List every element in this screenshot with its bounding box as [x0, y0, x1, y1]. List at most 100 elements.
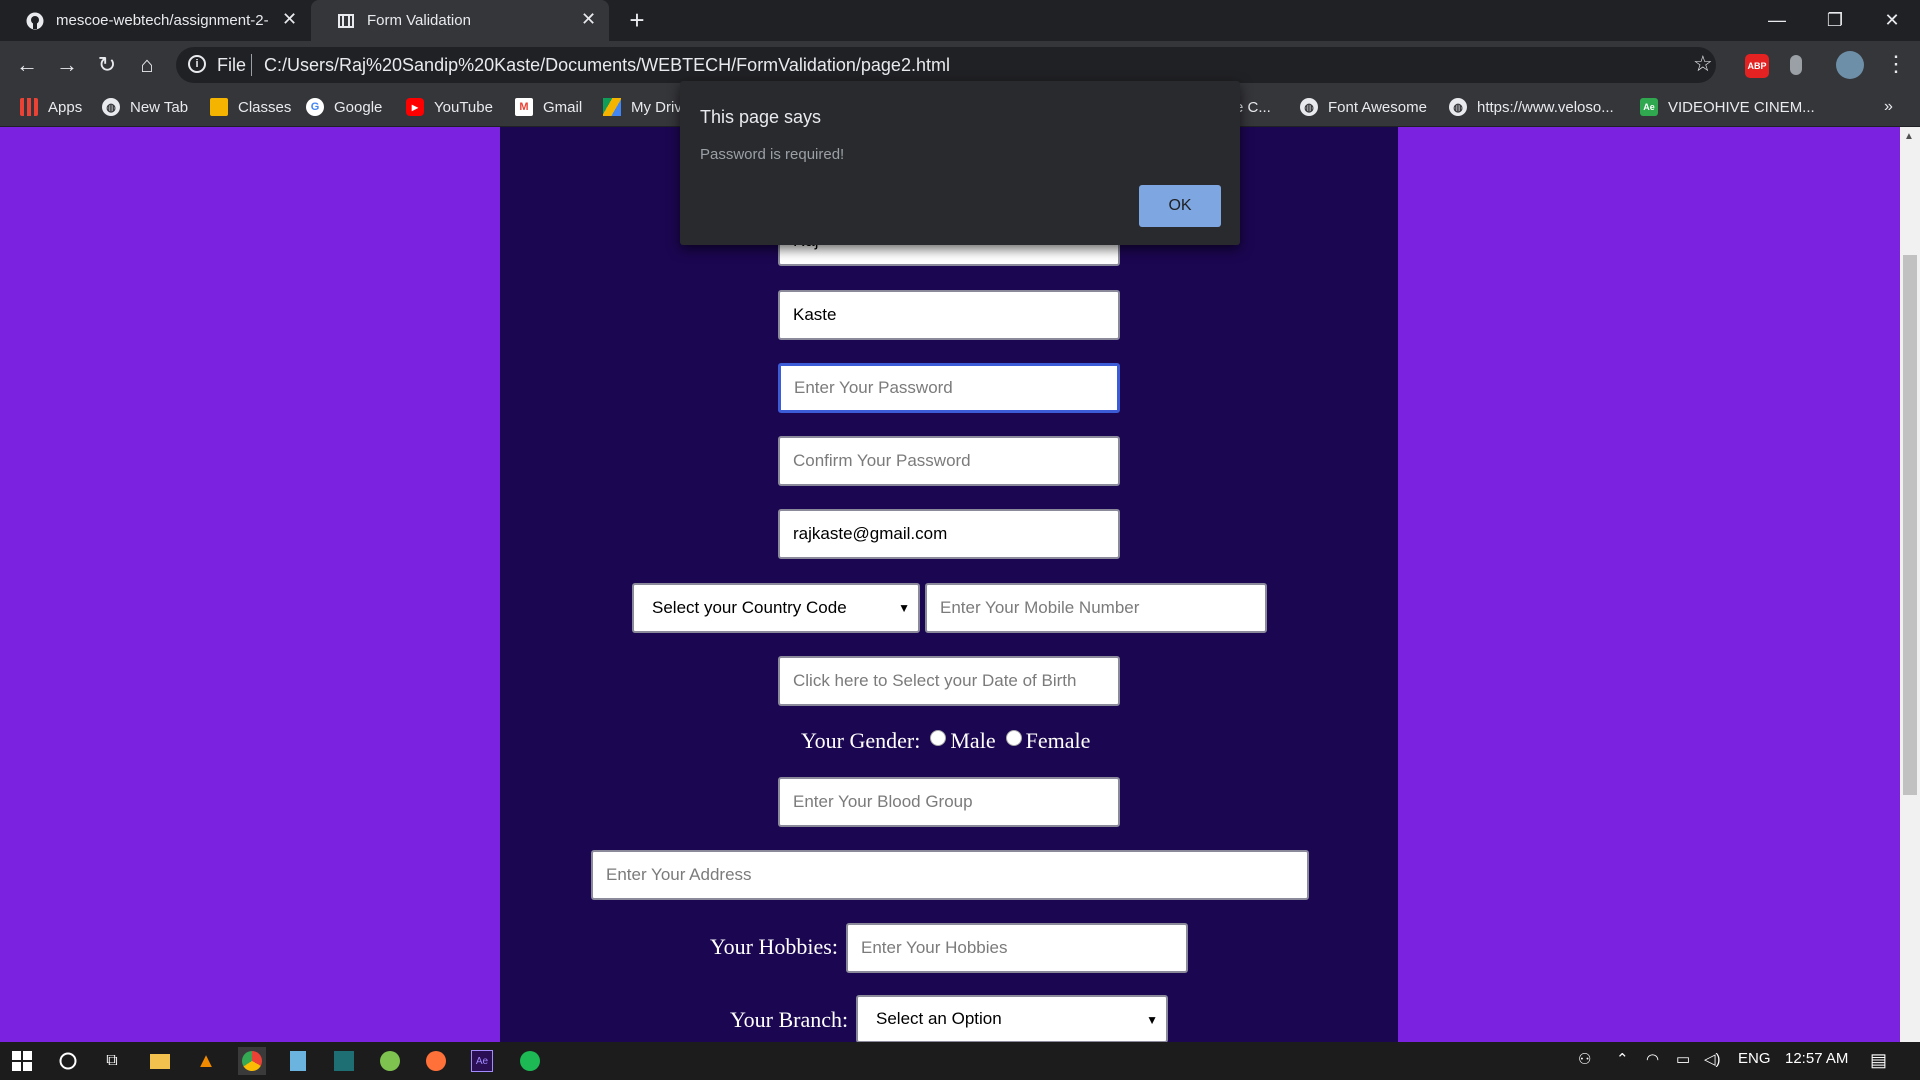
youtube-icon: ▶	[406, 98, 424, 116]
globe-icon: ◍	[1449, 98, 1467, 116]
avatar[interactable]	[1836, 51, 1864, 79]
globe-icon: ◍	[1300, 98, 1318, 116]
menu-dots-icon[interactable]: ⋮	[1885, 51, 1907, 77]
bookmark-label: VIDEOHIVE CINEM...	[1668, 98, 1815, 116]
after-effects-icon: Ae	[1640, 98, 1658, 116]
bookmark-truncated[interactable]: e C...	[1235, 95, 1271, 119]
gender-group: Your Gender: Male Female	[801, 728, 1090, 754]
language-indicator[interactable]: ENG	[1738, 1050, 1771, 1067]
divider	[251, 54, 252, 76]
date-of-birth-field[interactable]	[778, 656, 1120, 706]
bookmark-youtube[interactable]: ▶ YouTube	[406, 95, 493, 119]
notepad-icon[interactable]	[284, 1047, 312, 1075]
chrome-icon[interactable]	[238, 1047, 266, 1075]
battery-icon[interactable]: ▭	[1676, 1050, 1690, 1068]
bookmark-new-tab[interactable]: ◍ New Tab	[102, 95, 188, 119]
gender-radio-female[interactable]	[1005, 730, 1022, 746]
address-bar[interactable]: i File C:/Users/Raj%20Sandip%20Kaste/Doc…	[176, 47, 1716, 83]
last-name-field[interactable]	[778, 290, 1120, 340]
bookmark-label: Apps	[48, 98, 83, 116]
close-window-icon[interactable]: ✕	[1862, 0, 1920, 41]
bookmark-label: My Driv	[631, 98, 682, 116]
notifications-icon[interactable]: ▤	[1870, 1050, 1887, 1071]
blood-group-field[interactable]	[778, 777, 1120, 827]
scrollbar-thumb[interactable]	[1903, 255, 1917, 795]
address-field[interactable]	[591, 850, 1309, 900]
spotify-icon[interactable]	[516, 1047, 544, 1075]
home-icon[interactable]: ⌂	[132, 50, 162, 80]
bookmark-label: e C...	[1235, 98, 1271, 116]
ok-button[interactable]: OK	[1139, 185, 1221, 227]
gender-radio-male[interactable]	[930, 730, 947, 746]
firefox-icon[interactable]	[422, 1047, 450, 1075]
bookmark-google[interactable]: G Google	[306, 95, 382, 119]
drive-icon	[603, 98, 621, 116]
forward-arrow-icon[interactable]: →	[52, 50, 82, 80]
password-field[interactable]	[778, 363, 1120, 413]
restore-icon[interactable]: ❐	[1805, 0, 1865, 41]
bookmark-label: Font Awesome	[1328, 98, 1427, 116]
select-value: Select your Country Code	[652, 598, 847, 617]
task-view-icon[interactable]: ⧉	[98, 1047, 126, 1075]
bookmark-label: https://www.veloso...	[1477, 98, 1614, 116]
android-studio-icon[interactable]	[376, 1047, 404, 1075]
minimize-icon[interactable]: —	[1747, 0, 1807, 41]
scroll-up-icon[interactable]: ▲	[1904, 131, 1914, 142]
bookmark-videohive[interactable]: Ae VIDEOHIVE CINEM...	[1640, 95, 1815, 119]
bookmark-label: Google	[334, 98, 383, 116]
chevron-up-icon[interactable]: ⌃	[1616, 1050, 1629, 1068]
alert-dialog: This page says Password is required! OK	[680, 81, 1240, 245]
after-effects-icon[interactable]: Ae	[468, 1047, 496, 1075]
bookmark-font-awesome[interactable]: ◍ Font Awesome	[1300, 95, 1427, 119]
hobbies-label: Your Hobbies:	[710, 934, 838, 959]
google-icon: G	[306, 98, 324, 116]
bookmark-label: YouTube	[434, 98, 493, 116]
bookmark-classes[interactable]: Classes	[210, 95, 291, 119]
vlc-icon[interactable]: ▲	[192, 1047, 220, 1075]
bookmark-label: New Tab	[130, 98, 189, 116]
tab-title: Form Validation	[367, 12, 471, 29]
gender-option-label: Male	[950, 728, 996, 753]
clock[interactable]: 12:57 AM	[1785, 1050, 1848, 1067]
branch-select[interactable]: Select an Option ▼	[856, 995, 1168, 1043]
extension-icon[interactable]	[1790, 55, 1802, 75]
info-icon[interactable]: i	[188, 55, 206, 73]
bookmarks-overflow-button[interactable]: »	[1884, 95, 1893, 119]
page-icon	[337, 12, 355, 30]
reload-icon[interactable]: ↻	[92, 50, 122, 80]
chevron-down-icon: ▼	[1146, 1013, 1158, 1027]
url-text[interactable]: C:/Users/Raj%20Sandip%20Kaste/Documents/…	[264, 55, 950, 76]
apps-grid-icon	[20, 98, 38, 116]
classroom-icon	[210, 98, 228, 116]
file-explorer-icon[interactable]	[146, 1047, 174, 1075]
country-code-select[interactable]: Select your Country Code ▼	[632, 583, 920, 633]
email-field[interactable]	[778, 509, 1120, 559]
tab-title: mescoe-webtech/assignment-2-	[56, 12, 269, 29]
bookmark-apps[interactable]: Apps	[20, 95, 82, 119]
bookmark-star-icon[interactable]: ☆	[1693, 51, 1713, 77]
gender-option-label: Female	[1025, 728, 1091, 753]
chevron-down-icon: ▼	[898, 601, 910, 615]
people-icon[interactable]: ⚇	[1578, 1050, 1591, 1068]
adblock-icon[interactable]: ABP	[1745, 54, 1769, 78]
terminal-app-icon[interactable]	[330, 1047, 358, 1075]
bookmark-gmail[interactable]: M Gmail	[515, 95, 582, 119]
back-arrow-icon[interactable]: ←	[12, 50, 42, 80]
url-scheme: File	[217, 55, 247, 75]
mobile-number-field[interactable]	[925, 583, 1267, 633]
close-tab-icon[interactable]: ✕	[282, 9, 297, 30]
tab-form-validation[interactable]: Form Validation ✕	[311, 0, 609, 41]
bookmark-veloso[interactable]: ◍ https://www.veloso...	[1449, 95, 1614, 119]
new-tab-button[interactable]: +	[622, 5, 652, 35]
bookmark-label: Classes	[238, 98, 292, 116]
bookmark-my-drive[interactable]: My Driv	[603, 95, 682, 119]
select-value: Select an Option	[876, 1009, 1002, 1028]
volume-icon[interactable]: ◁)	[1704, 1050, 1721, 1068]
tab-github[interactable]: mescoe-webtech/assignment-2- ✕	[0, 0, 310, 41]
confirm-password-field[interactable]	[778, 436, 1120, 486]
search-icon[interactable]	[54, 1047, 82, 1075]
wifi-icon[interactable]: ◠	[1646, 1050, 1659, 1068]
windows-start-icon[interactable]	[8, 1047, 36, 1075]
close-tab-icon[interactable]: ✕	[581, 9, 596, 30]
hobbies-field[interactable]	[846, 923, 1188, 973]
